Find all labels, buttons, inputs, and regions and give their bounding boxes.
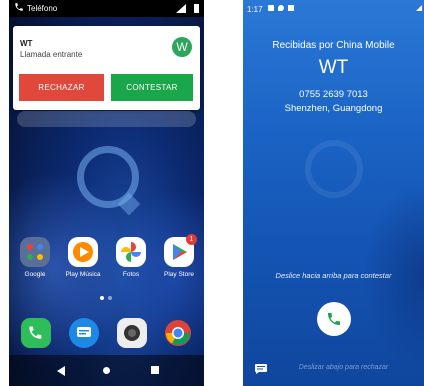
notification-badge: 1 bbox=[186, 234, 197, 245]
answer-button[interactable]: CONTESTAR bbox=[111, 74, 193, 101]
dock bbox=[9, 318, 204, 354]
navigation-bar bbox=[9, 355, 204, 386]
location-notification-icon bbox=[278, 5, 284, 11]
caller-avatar: W bbox=[172, 37, 192, 57]
app-label: Fotos bbox=[122, 271, 140, 278]
page-indicator bbox=[100, 296, 114, 300]
battery-icon bbox=[194, 4, 199, 13]
back-icon[interactable] bbox=[57, 366, 65, 376]
swipe-up-hint: Deslice hacia arriba para contestar bbox=[275, 271, 392, 280]
incoming-call-screen: 1:17 Recibidas por China Mobile WT 0755 … bbox=[243, 0, 424, 386]
notification-icon bbox=[288, 5, 294, 11]
status-bar: 1:17 bbox=[243, 0, 424, 17]
status-bar: Teléfono bbox=[9, 0, 204, 17]
app-label: Play Música bbox=[65, 271, 101, 278]
play-music-icon bbox=[68, 237, 98, 267]
gallery-notification-icon bbox=[268, 5, 274, 11]
swipe-down-hint: Deslizar abajo para rechazar bbox=[298, 364, 389, 371]
status-time: 1:17 bbox=[247, 5, 263, 14]
notification-subtitle: Llamada entrante bbox=[20, 50, 83, 59]
app-label: Play Store bbox=[164, 271, 194, 278]
messages-icon[interactable] bbox=[69, 318, 99, 348]
home-screen-phone: Teléfono WT Llamada entrante W RECHAZAR … bbox=[9, 0, 204, 386]
photos-icon bbox=[116, 237, 146, 267]
search-widget[interactable] bbox=[17, 111, 196, 127]
recents-icon[interactable] bbox=[151, 366, 159, 374]
chrome-icon[interactable] bbox=[163, 318, 193, 348]
app-play-music[interactable]: Play Música bbox=[59, 237, 107, 278]
app-play-store[interactable]: 1 Play Store bbox=[155, 234, 203, 278]
alcatel-logo-wallpaper bbox=[305, 140, 363, 198]
incoming-call-icon bbox=[15, 3, 23, 11]
caller-name: WT bbox=[318, 57, 349, 78]
incoming-call-notification[interactable]: WT Llamada entrante W RECHAZAR CONTESTAR bbox=[13, 26, 200, 110]
status-app-label: Teléfono bbox=[27, 4, 58, 13]
google-folder-icon bbox=[20, 237, 50, 267]
notification-caller-name: WT bbox=[20, 39, 33, 48]
caller-location: Shenzhen, Guangdong bbox=[284, 103, 383, 114]
carrier-line: Recibidas por China Mobile bbox=[272, 40, 395, 51]
phone-icon[interactable] bbox=[21, 318, 51, 348]
decline-button[interactable]: RECHAZAR bbox=[19, 74, 104, 101]
caller-number: 0755 2639 7013 bbox=[299, 89, 368, 100]
app-google-folder[interactable]: Google bbox=[11, 237, 59, 278]
signal-icon bbox=[416, 5, 422, 11]
signal-icon bbox=[176, 4, 186, 13]
app-label: Google bbox=[24, 271, 46, 278]
phone-icon bbox=[328, 313, 340, 325]
camera-icon[interactable] bbox=[117, 318, 147, 348]
app-photos[interactable]: Fotos bbox=[107, 237, 155, 278]
answer-call-button[interactable] bbox=[317, 302, 351, 336]
home-icon[interactable] bbox=[103, 367, 110, 374]
app-row: Google Play Música Fotos 1 Play Store bbox=[9, 234, 204, 282]
play-store-icon: 1 bbox=[164, 234, 197, 267]
